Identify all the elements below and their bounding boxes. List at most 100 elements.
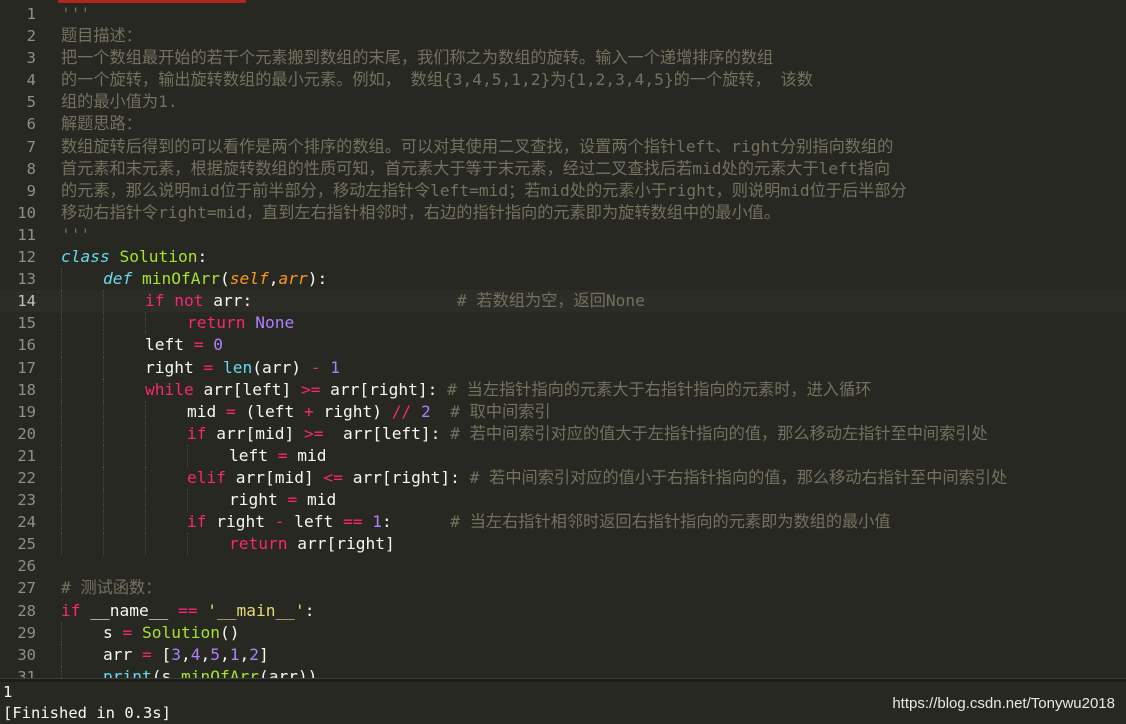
code-token: s bbox=[103, 622, 123, 642]
code-text: 的一个旋转，输出旋转数组的最小元素。例如， 数组{3,4,5,1,2}为{1,2… bbox=[61, 69, 813, 91]
code-line-18[interactable]: 18 while arr[left] >= arr[right]: # 当左指针指… bbox=[0, 378, 1126, 401]
code-line-25[interactable]: 25 return arr[right] bbox=[0, 533, 1126, 556]
code-token: , bbox=[239, 644, 250, 664]
code-token: 0 bbox=[213, 335, 223, 355]
line-number: 17 bbox=[17, 358, 36, 377]
line-number: 2 bbox=[26, 27, 36, 46]
code-line-1[interactable]: 1 ''' bbox=[0, 3, 1126, 25]
code-line-13[interactable]: 13 def minOfArr(self,arr): bbox=[0, 268, 1126, 291]
code-line-7[interactable]: 7 数组旋转后得到的可以看作是两个排序的数组。可以对其使用二叉查找，设置两个指针l… bbox=[0, 136, 1126, 158]
code-token: return bbox=[187, 313, 246, 333]
line-number: 8 bbox=[26, 159, 36, 178]
code-text: right = len(arr) - 1 bbox=[145, 357, 340, 379]
code-text: while arr[left] >= arr[right]: # 当左指针指向的… bbox=[145, 379, 871, 401]
code-token: class bbox=[61, 247, 110, 267]
code-token: 2 bbox=[420, 401, 431, 421]
indent-guide bbox=[61, 489, 62, 512]
code-token: , bbox=[219, 644, 230, 664]
code-token: 1 bbox=[330, 357, 340, 377]
line-number: 4 bbox=[26, 71, 36, 90]
code-editor[interactable]: 1 ''' 2 题目描述： 3 把一个数组最开始的若干个元素搬到数组的末尾，我们称之为数组… bbox=[0, 3, 1126, 678]
indent-guide bbox=[145, 466, 146, 490]
code-token: >= bbox=[300, 379, 321, 399]
line-number: 29 bbox=[17, 623, 36, 642]
indent-guide bbox=[61, 290, 62, 313]
code-text: 解题思路： bbox=[61, 113, 142, 135]
code-text: if right - left == 1: # 当左右指针相邻时返回右指针指向的… bbox=[187, 511, 891, 533]
code-line-14[interactable]: 14 if not arr: # 若数组为空，返回None bbox=[0, 290, 1126, 313]
code-line-8[interactable]: 8 首元素和末元素，根据旋转数组的性质可知，首元素大于等于末元素，经过二叉查找后若… bbox=[0, 158, 1126, 180]
code-token: # 若数组为空，返回None bbox=[456, 291, 645, 311]
indent-guide bbox=[61, 466, 62, 490]
code-line-3[interactable]: 3 把一个数组最开始的若干个元素搬到数组的末尾，我们称之为数组的旋转。输入一个递增… bbox=[0, 47, 1126, 69]
code-line-24[interactable]: 24 if right - left == 1: # 当左右指针相邻时返回右指针指… bbox=[0, 511, 1126, 534]
indent-guide bbox=[187, 533, 188, 556]
code-line-28[interactable]: 28 if __name__ == '__main__': bbox=[0, 600, 1126, 622]
code-line-20[interactable]: 20 if arr[mid] >= arr[left]: # 若中间索引对应的值大… bbox=[0, 422, 1126, 445]
code-token: None bbox=[255, 313, 295, 333]
code-line-27[interactable]: 27 # 测试函数： bbox=[0, 577, 1126, 599]
code-text: left = 0 bbox=[145, 334, 223, 356]
code-line-12[interactable]: 12 class Solution: bbox=[0, 246, 1126, 268]
indent-guide bbox=[187, 489, 188, 512]
code-token: if bbox=[187, 423, 207, 443]
code-line-9[interactable]: 9 的元素，那么说明mid位于前半部分，移动左指针令left=mid；若mid处的… bbox=[0, 180, 1126, 202]
code-text: 数组旋转后得到的可以看作是两个排序的数组。可以对其使用二叉查找，设置两个指针le… bbox=[61, 136, 893, 158]
code-line-26[interactable]: 26 bbox=[0, 555, 1126, 577]
indent-guide bbox=[187, 444, 188, 467]
code-line-5[interactable]: 5 组的最小值为1. bbox=[0, 91, 1126, 113]
code-line-29[interactable]: 29 s = Solution() bbox=[0, 621, 1126, 644]
code-line-21[interactable]: 21 left = mid bbox=[0, 444, 1126, 467]
code-line-23[interactable]: 23 right = mid bbox=[0, 489, 1126, 512]
code-token: right bbox=[206, 512, 275, 532]
code-token: arr[left] bbox=[193, 379, 301, 399]
code-line-4[interactable]: 4 的一个旋转，输出旋转数组的最小元素。例如， 数组{3,4,5,1,2}为{1,… bbox=[0, 69, 1126, 91]
code-text: 的元素，那么说明mid位于前半部分，移动左指针令left=mid；若mid处的元… bbox=[61, 180, 907, 202]
indent-guide bbox=[103, 489, 104, 512]
indent-guide bbox=[61, 356, 62, 379]
code-line-17[interactable]: 17 right = len(arr) - 1 bbox=[0, 356, 1126, 379]
code-line-16[interactable]: 16 left = 0 bbox=[0, 334, 1126, 357]
code-token: (left bbox=[235, 401, 304, 421]
indent-guide bbox=[103, 533, 104, 556]
code-token: 题目描述： bbox=[61, 26, 142, 46]
indent-guide bbox=[61, 268, 62, 291]
code-line-30[interactable]: 30 arr = [3,4,5,1,2] bbox=[0, 643, 1126, 666]
code-token: arr[right]: bbox=[342, 467, 470, 487]
code-text: s = Solution() bbox=[103, 622, 239, 644]
code-token: right bbox=[229, 490, 288, 510]
code-text: return arr[right] bbox=[229, 533, 395, 555]
code-line-6[interactable]: 6 解题思路： bbox=[0, 113, 1126, 135]
code-token: = bbox=[122, 622, 133, 642]
code-token: mid bbox=[287, 445, 327, 465]
code-line-22[interactable]: 22 elif arr[mid] <= arr[right]: # 若中间索引对应… bbox=[0, 466, 1126, 490]
code-token: 的元素，那么说明mid位于前半部分，移动左指针令left=mid；若mid处的元… bbox=[61, 180, 907, 200]
code-line-31[interactable]: 31 print(s.minOfArr(arr)) bbox=[0, 665, 1126, 678]
code-token: def bbox=[103, 269, 133, 289]
indent-guide bbox=[61, 643, 62, 666]
code-token: right) bbox=[313, 401, 392, 421]
code-line-19[interactable]: 19 mid = (left + right) // 2 # 取中间索引 bbox=[0, 400, 1126, 423]
code-token: # 若中间索引对应的值小于右指针指向的值，那么移动右指针至中间索引处 bbox=[469, 467, 1008, 487]
indent-guide bbox=[61, 400, 62, 423]
indent-guide bbox=[145, 533, 146, 556]
line-number: 26 bbox=[17, 557, 36, 576]
code-token: ''' bbox=[61, 224, 91, 244]
indent-guide bbox=[61, 665, 62, 678]
indent-guide bbox=[61, 621, 62, 644]
indent-guide bbox=[145, 444, 146, 467]
code-line-10[interactable]: 10 移动右指针令right=mid，直到左右指针相邻时，右边的指针指向的元素即为… bbox=[0, 202, 1126, 224]
code-text: class Solution: bbox=[61, 246, 207, 268]
code-token: arr bbox=[103, 644, 142, 664]
code-line-2[interactable]: 2 题目描述： bbox=[0, 25, 1126, 47]
code-line-11[interactable]: 11 ''' bbox=[0, 224, 1126, 246]
code-token: print bbox=[103, 666, 152, 678]
code-token: () bbox=[219, 622, 240, 642]
indent-guide bbox=[103, 422, 104, 445]
code-token: arr[right] bbox=[287, 534, 395, 554]
indent-guide bbox=[103, 378, 104, 401]
code-line-15[interactable]: 15 return None bbox=[0, 312, 1126, 335]
